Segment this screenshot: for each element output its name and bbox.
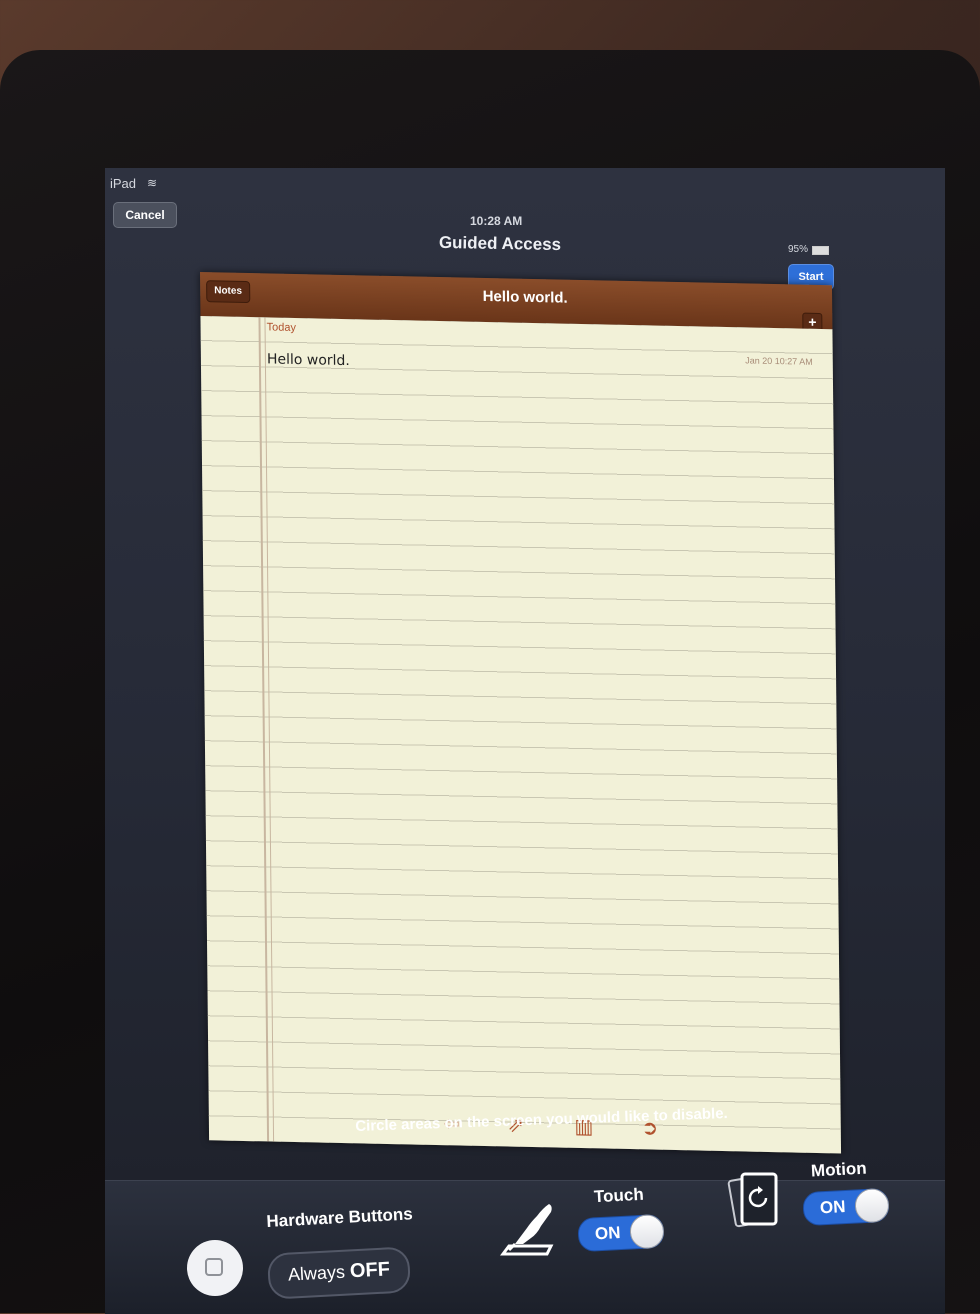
hardware-buttons-value: OFF bbox=[349, 1258, 391, 1283]
status-time: 10:28 AM bbox=[470, 214, 523, 228]
page-title: Guided Access bbox=[438, 232, 562, 255]
status-bar: iPad ≋ 10:28 AM 95% bbox=[105, 170, 945, 255]
home-button-icon bbox=[187, 1240, 243, 1296]
cancel-button[interactable]: Cancel bbox=[113, 202, 177, 228]
notes-back-button[interactable]: Notes bbox=[206, 280, 251, 304]
touch-toggle-state: ON bbox=[594, 1223, 621, 1244]
motion-toggle[interactable]: ON bbox=[802, 1187, 890, 1227]
motion-rotate-icon bbox=[727, 1172, 778, 1228]
note-date: Jan 20 10:27 AM bbox=[745, 355, 813, 367]
motion-toggle-state: ON bbox=[819, 1197, 846, 1218]
home-square-icon bbox=[205, 1258, 223, 1276]
note-title: Hello world. bbox=[482, 287, 568, 307]
wifi-icon: ≋ bbox=[147, 176, 158, 190]
section-label: Today bbox=[266, 321, 296, 335]
battery-icon bbox=[812, 246, 829, 255]
note-paper[interactable]: Today Jan 20 10:27 AM Hello world. ⇦ ⇗ ▥… bbox=[200, 316, 842, 1154]
motion-label: Motion bbox=[810, 1158, 868, 1181]
hardware-buttons-selector[interactable]: Always OFF bbox=[266, 1246, 412, 1300]
device-name: iPad bbox=[110, 176, 137, 191]
margin-line bbox=[258, 317, 270, 1142]
note-body[interactable]: Hello world. bbox=[267, 351, 350, 369]
touch-toggle[interactable]: ON bbox=[577, 1213, 665, 1253]
touch-hand-icon bbox=[500, 1204, 554, 1256]
touch-label: Touch bbox=[593, 1184, 645, 1207]
battery-percent: 95% bbox=[788, 244, 809, 255]
notes-app-preview[interactable]: Notes Hello world. + Today Jan 20 10:27 … bbox=[200, 272, 842, 1154]
hardware-buttons-prefix: Always bbox=[287, 1261, 346, 1285]
